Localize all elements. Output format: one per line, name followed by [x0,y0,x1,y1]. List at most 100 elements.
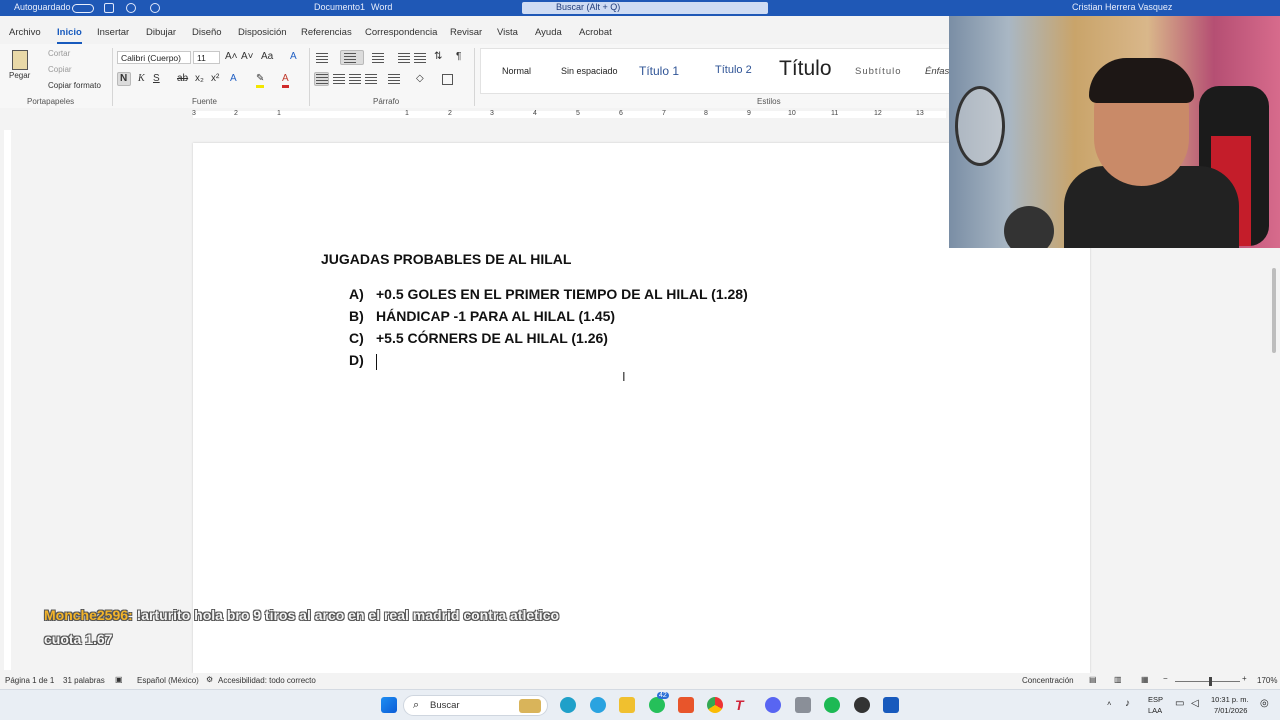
tab-correspondencia[interactable]: Correspondencia [365,27,437,38]
clear-format-icon[interactable]: A [290,51,297,63]
clock-date[interactable]: 7/01/2026 [1214,706,1247,715]
file-explorer-icon[interactable] [619,697,635,713]
bullets-icon[interactable] [316,53,328,63]
style-normal[interactable]: Normal [502,66,531,76]
brave-icon[interactable] [678,697,694,713]
strikethrough-icon[interactable]: ab [177,73,188,85]
shrink-font-icon[interactable]: A˅ [241,51,254,63]
style-title[interactable]: Título [779,57,832,81]
grow-font-icon[interactable]: A˄ [225,51,238,63]
calculator-icon[interactable] [795,697,811,713]
tab-archivo[interactable]: Archivo [9,27,41,38]
undo-icon[interactable] [126,3,136,13]
vertical-scrollbar[interactable] [1270,248,1278,673]
paste-icon[interactable] [12,50,28,70]
discord-icon[interactable] [765,697,781,713]
bold-icon[interactable]: N [120,73,127,85]
zoom-slider-thumb[interactable] [1209,677,1212,686]
style-subtitle[interactable]: Subtítulo [855,66,902,77]
user-name[interactable]: Cristian Herrera Vasquez [1072,2,1172,12]
shading-icon[interactable]: ◇ [416,73,424,85]
word-icon[interactable] [883,697,899,713]
proofing-icon[interactable]: ▣ [115,675,123,684]
justify-icon[interactable] [365,74,377,84]
clock-time[interactable]: 10:31 p. m. [1211,695,1249,704]
zoom-out-icon[interactable]: − [1163,674,1168,683]
style-no-spacing[interactable]: Sin espaciado [561,66,618,76]
tab-disposicion[interactable]: Disposición [238,27,287,38]
tab-dibujar[interactable]: Dibujar [146,27,176,38]
chrome-icon[interactable] [707,697,723,713]
tab-vista[interactable]: Vista [497,27,518,38]
tab-ayuda[interactable]: Ayuda [535,27,562,38]
language-status[interactable]: Español (México) [137,676,199,685]
font-size-combo[interactable]: 11 [193,51,220,64]
format-painter-button[interactable]: Copiar formato [48,81,101,90]
save-icon[interactable] [104,3,114,13]
zoom-in-icon[interactable]: + [1242,674,1247,683]
line-spacing-icon[interactable] [388,74,400,84]
word-count[interactable]: 31 palabras [63,676,105,685]
microphone-icon[interactable]: ♪ [1125,698,1130,709]
tab-insertar[interactable]: Insertar [97,27,129,38]
print-layout-icon[interactable]: ▥ [1114,675,1122,684]
style-heading-2[interactable]: Título 2 [715,64,752,76]
accessibility-status[interactable]: Accesibilidad: todo correcto [218,676,316,685]
edge-icon[interactable] [560,697,576,713]
notifications-icon[interactable]: ◎ [1260,698,1269,709]
cut-button[interactable]: Cortar [48,49,70,58]
tab-acrobat[interactable]: Acrobat [579,27,612,38]
multilevel-list-icon[interactable] [372,53,384,63]
superscript-icon[interactable]: x² [211,73,219,85]
horizontal-ruler[interactable]: 3 2 1 1 2 3 4 5 6 7 8 9 10 11 12 13 [0,108,946,120]
spotify-icon[interactable] [824,697,840,713]
copy-button[interactable]: Copiar [48,65,72,74]
align-right-icon[interactable] [349,74,361,84]
whatsapp-icon[interactable] [649,697,665,713]
telegram-icon[interactable] [590,697,606,713]
change-case-icon[interactable]: Aa [261,51,273,63]
align-left-icon[interactable] [316,74,328,84]
zoom-level[interactable]: 170% [1257,676,1277,685]
font-name-combo[interactable]: Calibri (Cuerpo) [117,51,191,64]
subscript-icon[interactable]: x₂ [195,73,204,85]
keyboard-layout[interactable]: LAA [1148,706,1162,715]
underline-icon[interactable]: S [153,73,160,85]
increase-indent-icon[interactable] [414,53,426,63]
volume-icon[interactable]: ◁ [1191,698,1199,709]
page-count[interactable]: Página 1 de 1 [5,676,54,685]
read-mode-icon[interactable]: ▤ [1089,675,1097,684]
tab-inicio[interactable]: Inicio [57,27,82,44]
paste-button[interactable]: Pegar [9,71,30,80]
tab-referencias[interactable]: Referencias [301,27,352,38]
align-center-icon[interactable] [333,74,345,84]
sort-icon[interactable]: ⇅ [434,51,442,63]
focus-mode[interactable]: Concentración [1022,676,1074,685]
style-heading-1[interactable]: Título 1 [639,64,679,78]
highlight-icon[interactable]: ✎ [256,73,265,88]
decrease-indent-icon[interactable] [398,53,410,63]
windows-start-icon[interactable] [381,697,397,713]
web-layout-icon[interactable]: ▦ [1141,675,1149,684]
autosave-toggle[interactable] [72,4,94,13]
show-marks-icon[interactable]: ¶ [456,51,461,63]
tray-chevron-icon[interactable]: ˄ [1107,699,1111,708]
accessibility-icon[interactable]: ⚙ [206,675,213,684]
vertical-ruler[interactable] [4,130,11,670]
scrollbar-thumb[interactable] [1272,268,1276,353]
typora-icon[interactable]: T [735,697,751,713]
language-code[interactable]: ESP [1148,695,1163,704]
numbering-icon[interactable] [344,53,356,63]
title-search-box[interactable]: Buscar (Alt + Q) [522,2,768,14]
borders-icon[interactable] [442,74,453,85]
tab-diseno[interactable]: Diseño [192,27,222,38]
text-effects-icon[interactable]: A [230,73,237,85]
zoom-slider[interactable] [1175,681,1240,682]
obs-icon[interactable] [854,697,870,713]
network-icon[interactable]: ▭ [1175,698,1184,709]
redo-icon[interactable] [150,3,160,13]
taskbar-search[interactable]: ⌕ Buscar [403,695,548,716]
font-color-icon[interactable]: A [282,73,289,88]
tab-revisar[interactable]: Revisar [450,27,482,38]
italic-icon[interactable]: K [138,73,145,85]
